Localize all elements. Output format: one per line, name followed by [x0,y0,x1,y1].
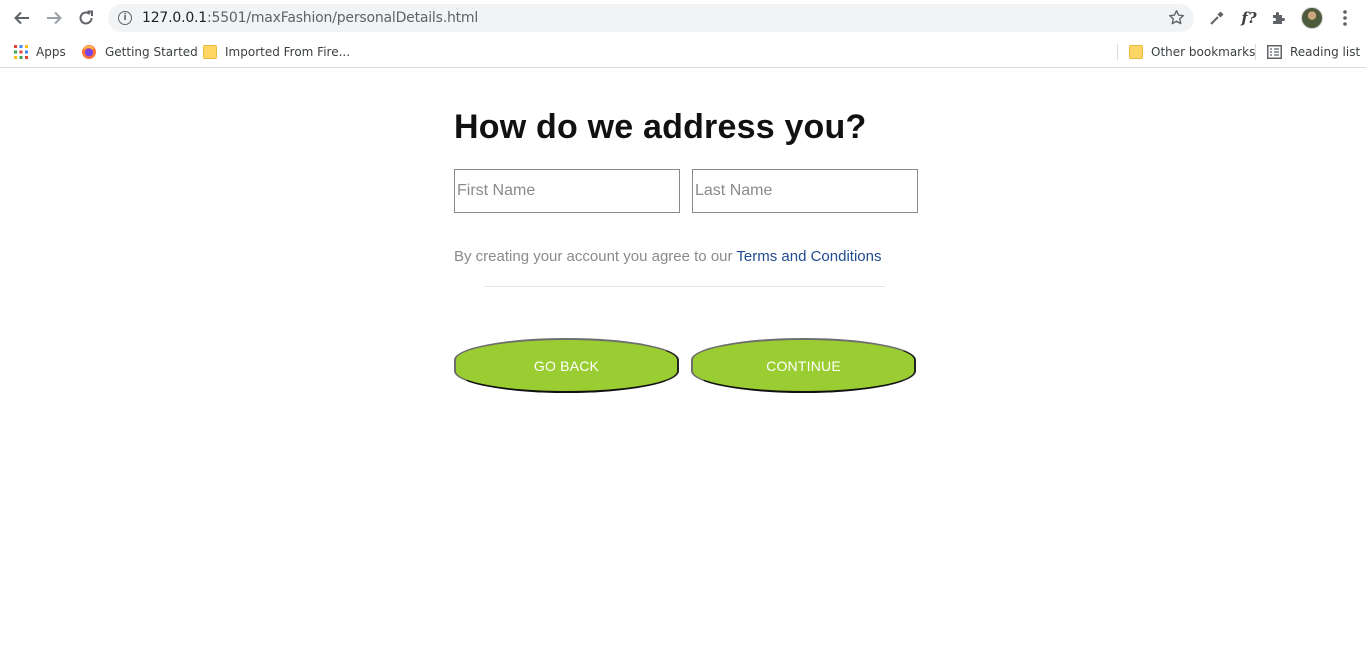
profile-avatar[interactable] [1301,7,1323,29]
last-name-input[interactable] [692,169,918,213]
eyedropper-extension-icon[interactable] [1206,7,1228,29]
terms-notice: By creating your account you agree to ou… [454,248,881,265]
url-path: :5501/maxFashion/personalDetails.html [207,10,479,26]
address-bar[interactable]: i 127.0.0.1:5501/maxFashion/personalDeta… [108,4,1194,32]
divider [484,286,885,287]
go-back-button[interactable]: GO BACK [454,338,679,393]
back-button[interactable] [10,6,34,30]
bookmark-separator [1117,44,1118,60]
bookmark-imported-folder[interactable]: Imported From Fire... [203,42,350,62]
arrow-left-icon [14,11,29,25]
terms-prefix: By creating your account you agree to ou… [454,248,737,265]
arrow-right-icon [47,11,62,25]
folder-icon [203,45,217,59]
continue-button[interactable]: CONTINUE [691,338,916,393]
bookmark-getting-started[interactable]: Getting Started [81,42,198,62]
bookmark-star-icon[interactable] [1167,8,1185,26]
terms-link[interactable]: Terms and Conditions [736,248,881,265]
page-title: How do we address you? [454,108,867,146]
firefox-icon [81,44,97,60]
menu-kebab-icon[interactable] [1334,7,1356,29]
folder-icon [1129,45,1143,59]
bookmark-other-bookmarks[interactable]: Other bookmarks [1129,42,1255,62]
bookmark-label: Getting Started [105,45,198,59]
bookmark-label: Reading list [1290,45,1361,59]
site-info-icon[interactable]: i [118,11,132,25]
apps-grid-icon [14,45,28,59]
bookmark-label: Other bookmarks [1151,45,1256,59]
reload-button[interactable] [74,6,98,30]
forward-button[interactable] [42,6,66,30]
first-name-input[interactable] [454,169,680,213]
url-text[interactable]: 127.0.0.1:5501/maxFashion/personalDetail… [142,10,478,26]
reading-list-button[interactable]: Reading list [1267,42,1360,62]
reload-icon [79,10,93,25]
formula-extension-icon[interactable]: f? [1238,7,1260,29]
browser-toolbar: i 127.0.0.1:5501/maxFashion/personalDeta… [0,0,1366,36]
bookmarks-bar: Apps Getting Started Imported From Fire.… [0,36,1366,68]
bookmark-apps[interactable]: Apps [14,42,66,62]
reading-list-icon [1267,45,1282,59]
url-host: 127.0.0.1 [142,10,207,26]
bookmark-label: Apps [36,45,66,59]
bookmark-label: Imported From Fire... [225,45,351,59]
bookmark-separator [1255,44,1256,60]
puzzle-extensions-icon[interactable] [1268,7,1290,29]
